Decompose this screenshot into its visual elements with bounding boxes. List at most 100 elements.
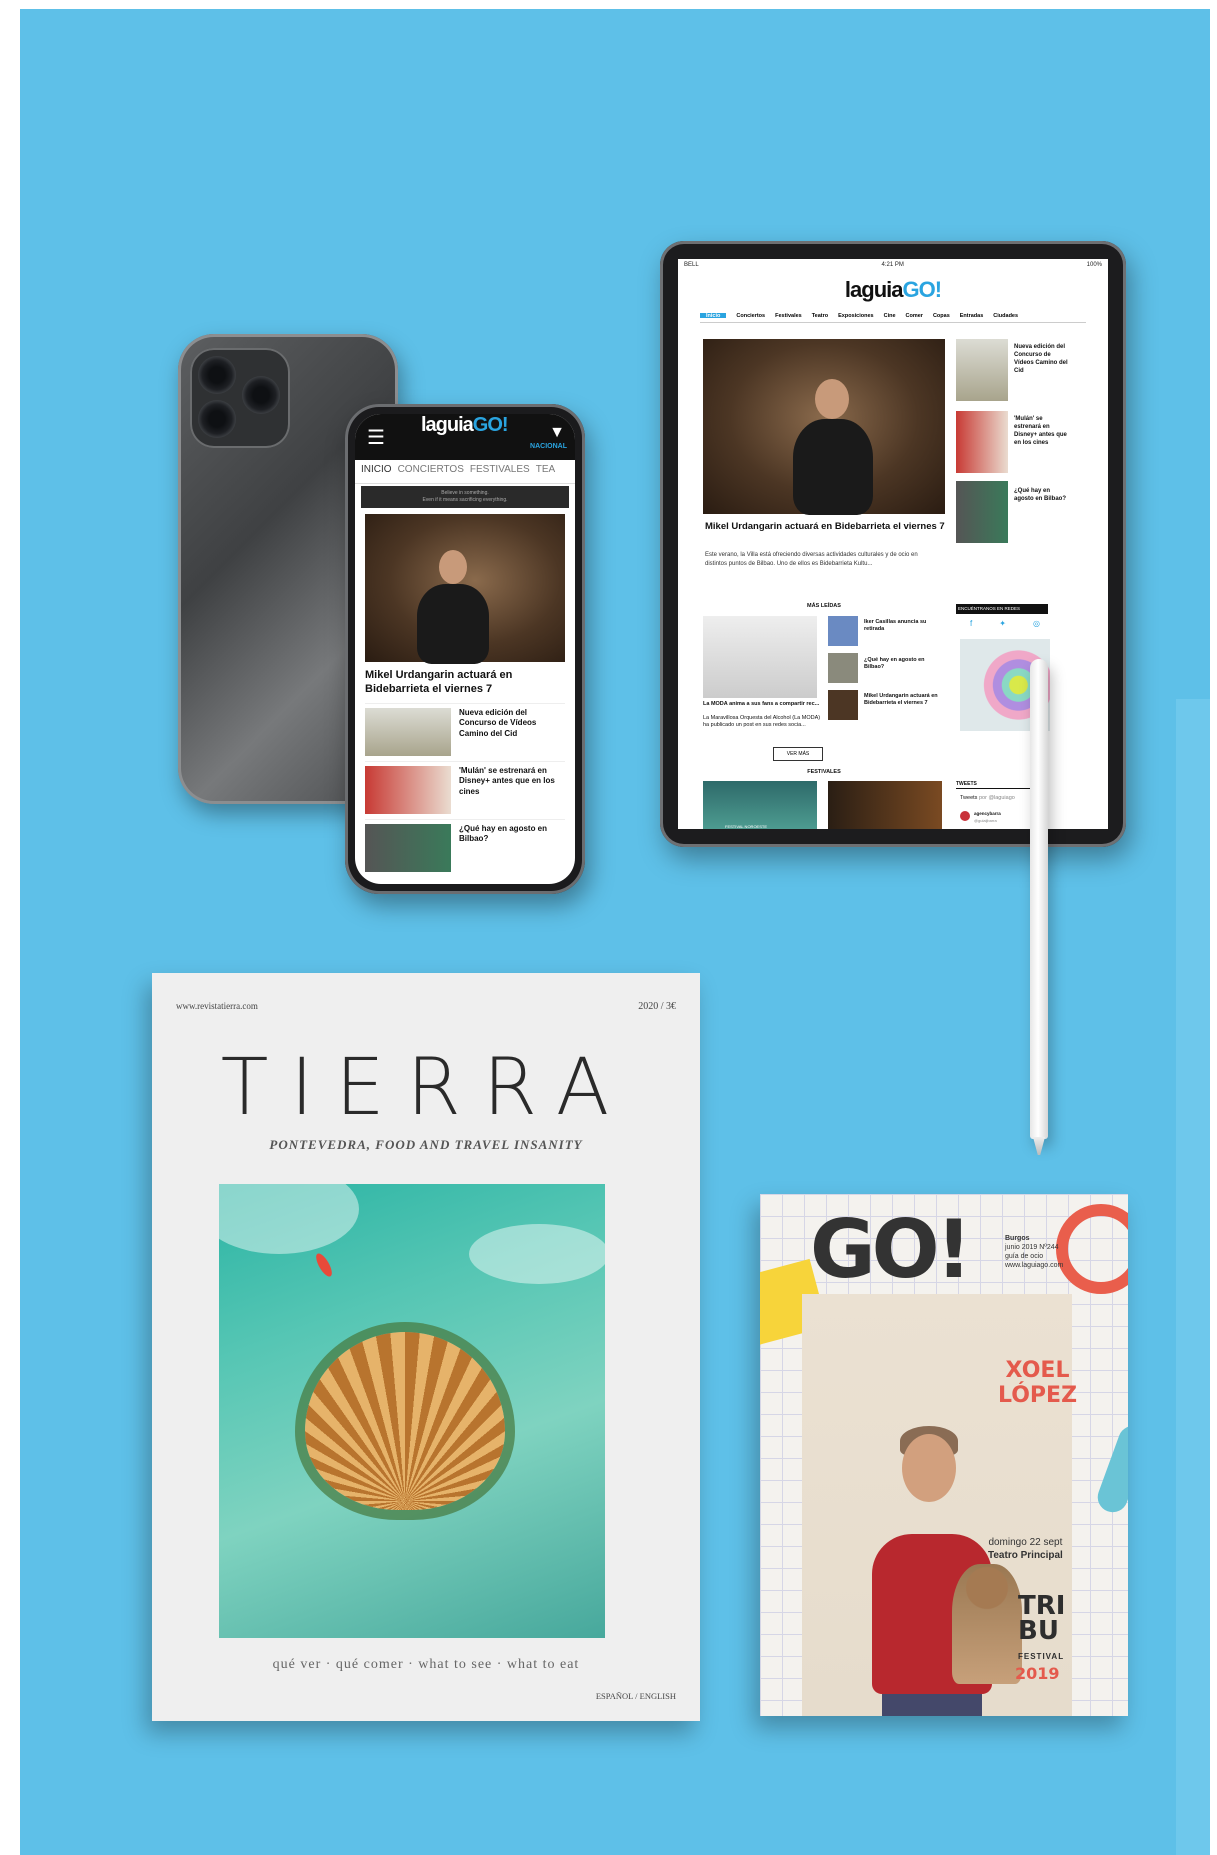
list-item[interactable]: Nueva edición del Concurso de Vídeos Cam… xyxy=(365,702,565,757)
list-item[interactable]: ¿Qué hay en agosto en Bilbao? xyxy=(365,818,565,873)
artist-name: XOEL LÓPEZ xyxy=(998,1358,1078,1409)
dried-flowers xyxy=(952,1564,1022,1684)
band-title[interactable]: La MODA anima a sus fans a compartir rec… xyxy=(703,701,821,708)
ad-banner[interactable]: Believe in something. Even if it means s… xyxy=(361,486,569,508)
magazine-title: TIERRA xyxy=(220,1043,632,1133)
go-magazine: GO! Burgos junio 2019 Nº244 guía de ocio… xyxy=(760,1194,1128,1716)
tab-inicio[interactable]: INICIO xyxy=(361,464,392,479)
festival-label: FESTIVAL NOROESTE xyxy=(725,824,768,829)
tablet: BELL 4:21 PM 100% laguiaGO! Inicio Conci… xyxy=(660,241,1126,847)
summary: Este verano, la Villa está ofreciendo di… xyxy=(705,552,918,567)
scallop-shell-island xyxy=(305,1332,505,1510)
magazine-title: GO! xyxy=(810,1203,972,1296)
instagram-icon[interactable]: ◎ xyxy=(1033,619,1040,628)
nav-copas[interactable]: Copas xyxy=(933,313,950,319)
nav-comer[interactable]: Comer xyxy=(906,313,923,319)
issue-info: Burgos junio 2019 Nº244 guía de ocio www… xyxy=(1005,1235,1064,1270)
region-label[interactable]: NACIONAL xyxy=(530,443,567,450)
headline[interactable]: Mikel Urdangarin actuará en Bidebarrieta… xyxy=(365,668,565,697)
tierra-magazine: www.revistatierra.com 2020 / 3€ TIERRA P… xyxy=(152,973,700,1721)
magazine-languages: ESPAÑOL / ENGLISH xyxy=(595,1691,676,1701)
nav-conciertos[interactable]: Conciertos xyxy=(736,313,765,319)
magazine-url: www.revistatierra.com xyxy=(176,1001,258,1011)
wave-foam xyxy=(469,1224,605,1284)
hero-image[interactable] xyxy=(703,339,945,515)
wave-foam xyxy=(219,1184,359,1254)
magazine-tagline: qué ver · qué comer · what to see · what… xyxy=(272,1657,580,1672)
teal-shape xyxy=(1093,1421,1128,1517)
musician-head xyxy=(439,550,467,584)
phone-front: ☰ laguiaGO! ▼ NACIONAL INICIO CONCIERTOS… xyxy=(345,404,585,894)
camera-lens xyxy=(242,376,280,414)
nav-teatro[interactable]: Teatro xyxy=(812,313,828,319)
battery: 100% xyxy=(1086,262,1102,268)
kayak xyxy=(313,1251,335,1279)
most-read-title[interactable]: Mikel Urdangarin actuará en Bidebarrieta… xyxy=(864,693,944,708)
band-photo[interactable] xyxy=(703,616,817,698)
camera-lens xyxy=(198,400,236,438)
hamburger-menu-icon[interactable]: ☰ xyxy=(367,428,385,448)
camera-lens xyxy=(198,356,236,394)
stylus-pencil xyxy=(1030,659,1048,1139)
banner-line: Even if it means sacrificing everything. xyxy=(422,496,508,503)
nav-inicio[interactable]: Inicio xyxy=(700,313,727,319)
magazine-price: 2020 / 3€ xyxy=(638,1001,676,1012)
clock: 4:21 PM xyxy=(881,262,904,268)
hero-image[interactable] xyxy=(365,514,565,664)
side-item-title[interactable]: Nueva edición del Concurso de Vídeos Cam… xyxy=(1014,343,1070,375)
most-read-thumbnail[interactable] xyxy=(828,616,858,646)
tab-conciertos[interactable]: CONCIERTOS xyxy=(398,464,464,479)
event-date: domingo 22 sept Teatro Principal xyxy=(988,1537,1063,1561)
nav-festivales[interactable]: Festivales xyxy=(775,313,802,319)
mockup-background: ☰ laguiaGO! ▼ NACIONAL INICIO CONCIERTOS… xyxy=(20,9,1210,1855)
musician-figure xyxy=(417,584,489,664)
phone-logo[interactable]: laguiaGO! xyxy=(421,414,509,437)
nav-exposiciones[interactable]: Exposiciones xyxy=(838,313,873,319)
headline[interactable]: Mikel Urdangarin actuará en Bidebarrieta… xyxy=(705,521,945,534)
most-read-thumbnail[interactable] xyxy=(828,653,858,683)
side-thumbnail[interactable] xyxy=(956,481,1008,543)
phone-header: ☰ laguiaGO! ▼ NACIONAL xyxy=(355,414,575,460)
tweet-handle: @guiaijbarra xyxy=(974,818,997,823)
facebook-icon[interactable]: f xyxy=(970,619,972,628)
item-title: ¿Qué hay en agosto en Bilbao? xyxy=(459,823,548,844)
avatar[interactable] xyxy=(960,811,970,821)
tab-festivales[interactable]: FESTIVALES xyxy=(470,464,530,479)
section-heading: FESTIVALES xyxy=(703,769,945,775)
see-more-button[interactable]: VER MÁS xyxy=(773,747,823,761)
nav-entradas[interactable]: Entradas xyxy=(960,313,984,319)
most-read-thumbnail[interactable] xyxy=(828,690,858,720)
magazine-subtitle: PONTEVEDRA, FOOD AND TRAVEL INSANITY xyxy=(269,1137,583,1152)
item-thumbnail xyxy=(365,765,451,814)
nav-cine[interactable]: Cine xyxy=(884,313,896,319)
most-read-title[interactable]: ¿Qué hay en agosto en Bilbao? xyxy=(864,657,944,672)
twitter-icon[interactable]: ✦ xyxy=(999,619,1006,628)
phone-tabs: INICIO CONCIERTOS FESTIVALES TEA xyxy=(355,460,575,484)
nav-ciudades[interactable]: Ciudades xyxy=(993,313,1018,319)
side-thumbnail[interactable] xyxy=(956,339,1008,401)
social-icons: f ✦ ◎ xyxy=(970,619,1040,628)
band-text: La Maravillosa Orquesta del Alcohol (La … xyxy=(703,715,821,729)
tribu-logo: TRI BU xyxy=(1018,1591,1066,1646)
section-heading: MÁS LEÍDAS xyxy=(703,603,945,609)
side-item-title[interactable]: ¿Qué hay en agosto en Bilbao? xyxy=(1014,487,1070,503)
background-strip xyxy=(1176,699,1210,1855)
festival-year: 2019 xyxy=(1015,1664,1060,1683)
most-read-title[interactable]: Iker Casillas anuncia su retirada xyxy=(864,619,944,634)
item-thumbnail xyxy=(365,823,451,872)
tablet-nav: Inicio Conciertos Festivales Teatro Expo… xyxy=(700,309,1086,323)
list-item[interactable]: 'Mulán' se estrenará en Disney+ antes qu… xyxy=(365,760,565,815)
item-title: 'Mulán' se estrenará en Disney+ antes qu… xyxy=(459,765,555,797)
map-pin-icon[interactable]: ▼ xyxy=(549,424,565,442)
camera-module xyxy=(190,348,290,448)
cover-photo xyxy=(219,1184,605,1638)
side-item-title[interactable]: 'Mulán' se estrenará en Disney+ antes qu… xyxy=(1014,415,1070,447)
social-heading: ENCUÉNTRANOS EN REDES xyxy=(956,604,1048,614)
festival-label: FESTIVAL xyxy=(1018,1652,1065,1661)
festival-thumbnail[interactable]: FESTIVAL NOROESTE xyxy=(703,781,817,829)
tweet-user[interactable]: agencybarra xyxy=(974,811,1001,817)
festival-thumbnail[interactable] xyxy=(828,781,942,829)
tab-teatro[interactable]: TEA xyxy=(536,464,555,479)
tablet-logo[interactable]: laguiaGO! xyxy=(678,273,1108,303)
side-thumbnail[interactable] xyxy=(956,411,1008,473)
